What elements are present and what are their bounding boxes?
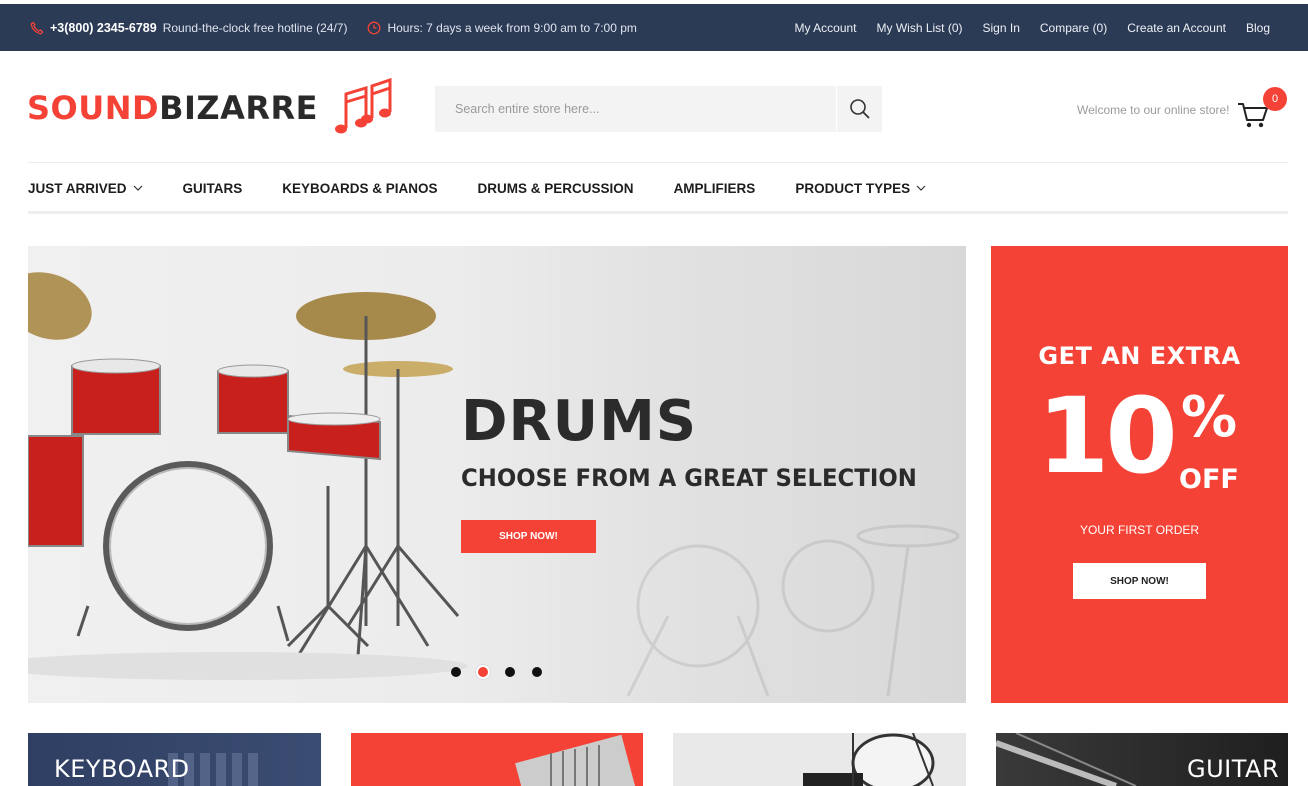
store-hours: Hours: 7 days a week from 9:00 am to 7:0… <box>367 20 637 35</box>
hotline-text: Round-the-clock free hotline (24/7) <box>162 20 348 35</box>
chevron-down-icon <box>133 185 142 191</box>
drum-kit-image <box>28 272 468 680</box>
hero-title: DRUMS <box>461 389 698 454</box>
nav-item-just-arrived[interactable]: JUST ARRIVED <box>28 181 143 196</box>
promo-percent-sign: % <box>1181 385 1238 450</box>
clock-icon <box>367 21 381 35</box>
category-tile-drums[interactable] <box>673 733 966 786</box>
search-bar <box>435 86 882 132</box>
slider-dot-3[interactable] <box>505 667 515 677</box>
main-navigation: JUST ARRIVED GUITARS KEYBOARDS & PIANOS … <box>28 163 966 213</box>
logo-text-sound: SOUND <box>27 89 160 127</box>
nav-divider-bottom <box>28 211 1288 214</box>
promo-discount-number: 10 <box>1037 375 1178 497</box>
hours-text: Hours: 7 days a week from 9:00 am to 7:0… <box>387 20 637 35</box>
search-button[interactable] <box>836 86 882 132</box>
music-notes-icon <box>334 78 392 134</box>
category-tile-keyboard[interactable]: KEYBOARD <box>28 733 321 786</box>
nav-item-label: GUITARS <box>182 180 243 196</box>
background-drum-kit-image <box>626 524 960 697</box>
chevron-down-icon <box>916 185 926 191</box>
create-account-link[interactable]: Create an Account <box>1127 21 1226 35</box>
nav-item-label: DRUMS & PERCUSSION <box>477 180 634 196</box>
nav-item-amplifiers[interactable]: AMPLIFIERS <box>674 181 756 196</box>
nav-item-label: JUST ARRIVED <box>28 180 127 196</box>
slider-dot-1[interactable] <box>451 667 461 677</box>
my-account-link[interactable]: My Account <box>794 21 856 35</box>
hero-slider: DRUMS CHOOSE FROM A GREAT SELECTION SHOP… <box>28 246 966 703</box>
site-logo[interactable]: SOUND BIZARRE <box>27 78 394 138</box>
cart-count-badge: 0 <box>1263 87 1287 111</box>
nav-item-drums-percussion[interactable]: DRUMS & PERCUSSION <box>478 181 634 196</box>
wish-list-link[interactable]: My Wish List (0) <box>877 21 963 35</box>
drums-image <box>803 733 935 786</box>
welcome-message: Welcome to our online store! <box>1077 103 1230 117</box>
blog-link[interactable]: Blog <box>1246 21 1270 35</box>
top-bar: +3(800) 2345-6789 Round-the-clock free h… <box>0 4 1308 51</box>
promo-shop-now-button[interactable]: SHOP NOW! <box>1073 563 1206 599</box>
category-tile-guitar[interactable]: GUITAR <box>996 733 1288 786</box>
nav-item-keyboards-pianos[interactable]: KEYBOARDS & PIANOS <box>282 181 437 196</box>
nav-item-label: KEYBOARDS & PIANOS <box>282 180 438 196</box>
nav-item-guitars[interactable]: GUITARS <box>183 181 243 196</box>
slider-dot-4[interactable] <box>532 667 542 677</box>
account-links: My Account My Wish List (0) Sign In Comp… <box>794 4 1270 51</box>
nav-item-product-types[interactable]: PRODUCT TYPES <box>795 181 926 196</box>
search-input[interactable] <box>435 86 835 132</box>
slider-dot-2[interactable] <box>476 665 490 679</box>
category-label: KEYBOARD <box>54 755 190 783</box>
promo-subtext: YOUR FIRST ORDER <box>1079 523 1200 537</box>
category-label: GUITAR <box>1187 755 1280 783</box>
logo-text-bizarre: BIZARRE <box>159 89 318 127</box>
phone-number[interactable]: +3(800) 2345-6789 <box>50 21 157 35</box>
hero-subtitle: CHOOSE FROM A GREAT SELECTION <box>461 464 917 492</box>
category-tile-accordion[interactable] <box>351 733 643 786</box>
promo-banner: GET AN EXTRA 10 % OFF YOUR FIRST ORDER S… <box>991 246 1288 703</box>
phone-icon <box>30 21 44 35</box>
nav-item-label: PRODUCT TYPES <box>795 180 911 196</box>
nav-item-label: AMPLIFIERS <box>673 180 756 196</box>
promo-headline: GET AN EXTRA <box>1038 342 1241 370</box>
hero-shop-now-button[interactable]: SHOP NOW! <box>461 520 596 553</box>
slider-pagination <box>451 665 542 679</box>
accordion-image <box>515 734 637 786</box>
promo-off-label: OFF <box>1179 464 1239 495</box>
sign-in-link[interactable]: Sign In <box>983 21 1020 35</box>
contact-info: +3(800) 2345-6789 Round-the-clock free h… <box>30 4 637 51</box>
search-icon <box>849 99 870 119</box>
compare-link[interactable]: Compare (0) <box>1040 21 1107 35</box>
